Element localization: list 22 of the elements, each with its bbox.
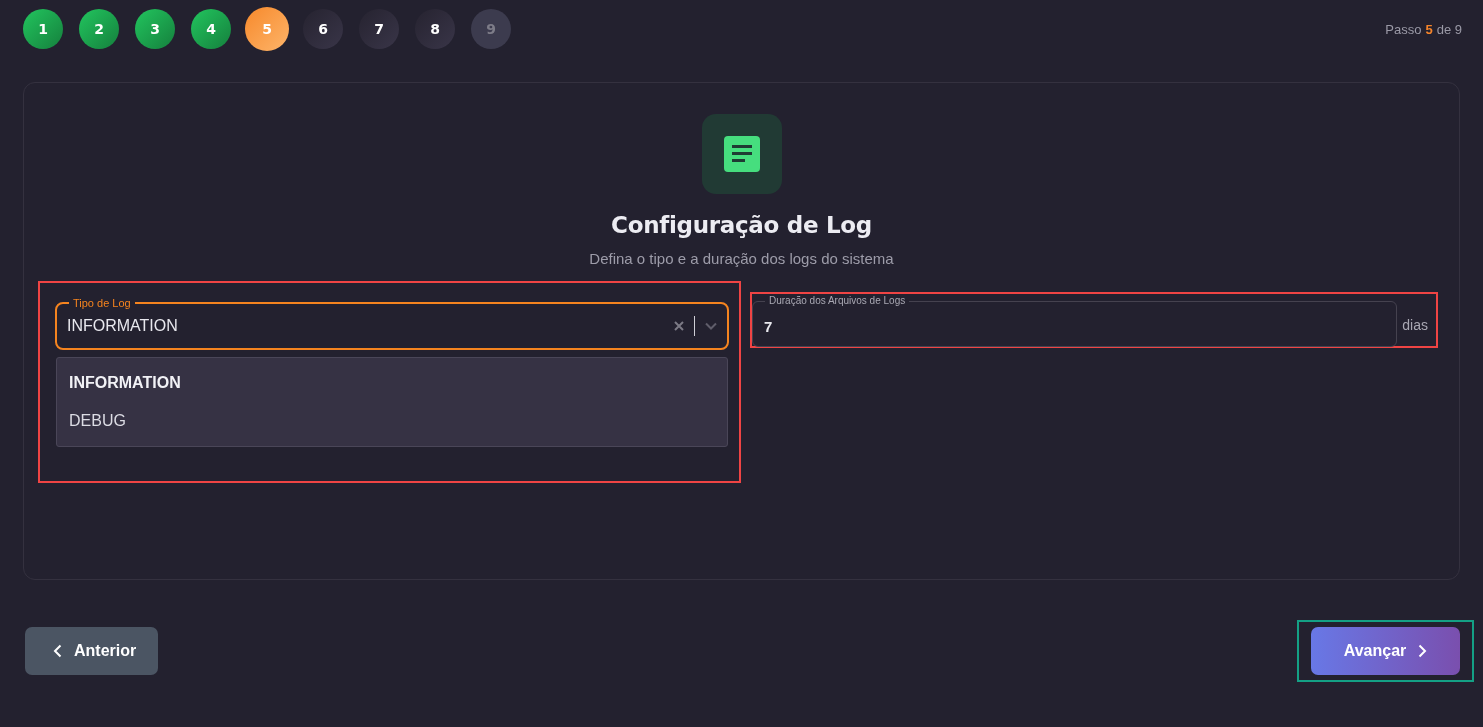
chevron-right-icon <box>1418 644 1428 658</box>
back-button[interactable]: Anterior <box>25 627 158 675</box>
field-value: 7 <box>764 318 773 335</box>
field-label: Duração dos Arquivos de Logs <box>765 293 910 308</box>
current-step-number: 5 <box>1425 21 1433 37</box>
step-counter-label: Passo <box>1385 21 1422 37</box>
document-icon <box>723 136 760 172</box>
page-title: Configuração de Log <box>611 212 872 238</box>
next-button[interactable]: Avançar <box>1311 627 1460 675</box>
step-circle[interactable]: 6 <box>303 9 343 49</box>
dropdown-option[interactable]: DEBUG <box>57 402 727 440</box>
step-circle[interactable]: 8 <box>415 9 455 49</box>
unit-label: dias <box>1402 316 1428 333</box>
select-value: INFORMATION <box>67 317 179 335</box>
field-label: Tipo de Log <box>69 296 135 310</box>
page-subtitle: Defina o tipo e a duração dos logs do sistema <box>589 250 894 267</box>
chevron-down-icon <box>705 322 717 330</box>
dropdown-option[interactable]: INFORMATION <box>57 364 727 402</box>
chevron-left-icon <box>53 644 62 658</box>
step-counter-total: de 9 <box>1436 21 1462 37</box>
step-circle[interactable]: 7 <box>359 9 399 49</box>
clear-icon <box>674 321 684 331</box>
